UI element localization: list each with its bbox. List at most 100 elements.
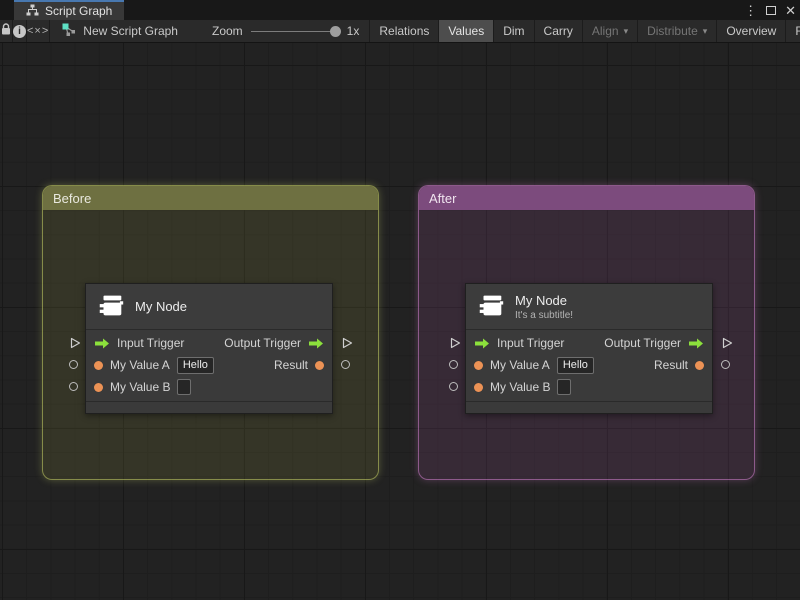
value-b-ext-port[interactable] <box>69 382 78 391</box>
values-button[interactable]: Values <box>438 20 494 42</box>
unit-icon <box>96 290 126 323</box>
value-a-label: My Value A <box>490 358 550 372</box>
graph-name-label: New Script Graph <box>83 24 178 38</box>
node-assembly-before: My Node Input Trigger Output Trigger My … <box>64 283 356 415</box>
value-a-input[interactable]: Hello <box>176 356 214 374</box>
value-a-ext-port[interactable] <box>69 360 78 369</box>
graph-toolbar: i <×> New Script Graph Zoom 1x Relations… <box>0 20 800 43</box>
result-label: Result <box>273 358 308 372</box>
node-body: Input Trigger Output Trigger My Value A … <box>466 330 712 402</box>
graph-name-area: New Script Graph <box>50 20 190 42</box>
overview-label: Overview <box>726 24 777 38</box>
lock-button[interactable] <box>0 20 13 42</box>
value-port-icon <box>315 360 324 370</box>
node-assembly-after: My Node It's a subtitle! Input Trigger O… <box>444 283 736 415</box>
value-port-icon <box>474 360 483 370</box>
node-title: My Node <box>515 292 568 308</box>
result-ext-port[interactable] <box>721 360 730 369</box>
output-trigger-ext-port[interactable] <box>721 337 733 352</box>
full-screen-button[interactable]: Full Screen <box>785 20 800 42</box>
node-my-node-after[interactable]: My Node It's a subtitle! Input Trigger O… <box>465 283 713 414</box>
code-preview-button[interactable]: <×> <box>27 20 51 42</box>
align-dropdown[interactable]: Align ▾ <box>581 20 637 42</box>
result-ext-port[interactable] <box>341 360 350 369</box>
input-trigger-label: Input Trigger <box>117 336 185 350</box>
input-trigger-ext-port[interactable] <box>449 337 461 352</box>
zoom-slider-handle[interactable] <box>329 25 341 37</box>
tab-script-graph[interactable]: Script Graph <box>14 0 125 20</box>
port-row-value-b: My Value B <box>466 376 712 398</box>
lock-icon <box>0 23 12 39</box>
output-trigger-label: Output Trigger <box>224 336 301 350</box>
value-a-port[interactable]: My Value A Hello <box>94 356 214 374</box>
value-a-input[interactable]: Hello <box>556 356 594 374</box>
flow-arrow-icon <box>95 338 109 348</box>
group-before-label: Before <box>53 190 92 206</box>
node-footer <box>466 402 712 413</box>
input-trigger-ext-port[interactable] <box>69 337 81 352</box>
value-b-label: My Value B <box>490 380 551 394</box>
value-b-ext-port[interactable] <box>449 382 458 391</box>
value-a-label: My Value A <box>110 358 170 372</box>
tab-bar: Script Graph ⋮ ✕ <box>0 0 800 20</box>
info-icon: i <box>13 24 26 38</box>
carry-button[interactable]: Carry <box>533 20 582 42</box>
distribute-dropdown[interactable]: Distribute ▾ <box>637 20 716 42</box>
code-icon: <×> <box>27 25 50 37</box>
port-row-value-a: My Value A Hello Result <box>466 354 712 376</box>
input-trigger-port[interactable]: Input Trigger <box>474 336 564 350</box>
relations-button[interactable]: Relations <box>369 20 438 42</box>
node-my-node-before[interactable]: My Node Input Trigger Output Trigger My … <box>85 283 333 414</box>
output-trigger-ext-port[interactable] <box>341 337 353 352</box>
result-port[interactable]: Result <box>654 358 704 372</box>
port-row-triggers: Input Trigger Output Trigger <box>86 332 332 354</box>
node-footer <box>86 402 332 413</box>
flow-arrow-icon <box>475 338 489 348</box>
value-b-input[interactable] <box>557 379 572 395</box>
window-controls: ⋮ ✕ <box>744 0 796 20</box>
flow-arrow-icon <box>689 338 703 348</box>
result-port[interactable]: Result <box>274 358 324 372</box>
value-b-port[interactable]: My Value B <box>94 379 192 395</box>
info-button[interactable]: i <box>13 20 27 42</box>
unit-icon <box>476 290 506 323</box>
value-port-icon <box>94 382 103 392</box>
zoom-control: Zoom 1x <box>202 20 369 42</box>
port-row-triggers: Input Trigger Output Trigger <box>466 332 712 354</box>
flow-arrow-icon <box>309 338 323 348</box>
node-header[interactable]: My Node It's a subtitle! <box>466 284 712 330</box>
group-after-label: After <box>429 190 457 206</box>
value-b-label: My Value B <box>110 380 171 394</box>
result-label: Result <box>653 358 688 372</box>
carry-label: Carry <box>543 24 573 38</box>
input-trigger-port[interactable]: Input Trigger <box>94 336 184 350</box>
value-port-icon <box>94 360 103 370</box>
group-after-header[interactable]: After <box>419 186 754 210</box>
value-a-ext-port[interactable] <box>449 360 458 369</box>
align-label: Align <box>591 24 619 38</box>
zoom-slider[interactable] <box>250 25 341 37</box>
output-trigger-port[interactable]: Output Trigger <box>604 336 704 350</box>
node-header[interactable]: My Node <box>86 284 332 330</box>
value-port-icon <box>695 360 704 370</box>
dim-label: Dim <box>503 24 525 38</box>
menu-kebab-icon[interactable]: ⋮ <box>744 4 757 17</box>
relations-label: Relations <box>379 24 430 38</box>
close-icon[interactable]: ✕ <box>785 4 796 17</box>
dim-button[interactable]: Dim <box>493 20 533 42</box>
group-before-header[interactable]: Before <box>43 186 378 210</box>
graph-canvas[interactable]: Before After My Node Input Trigger Outpu… <box>0 43 800 600</box>
overview-button[interactable]: Overview <box>716 20 785 42</box>
output-trigger-port[interactable]: Output Trigger <box>224 336 324 350</box>
port-row-value-b: My Value B <box>86 376 332 398</box>
input-trigger-label: Input Trigger <box>497 336 565 350</box>
value-b-input[interactable] <box>177 379 192 395</box>
toolbar-buttons: Relations Values Dim Carry Align ▾ Distr… <box>369 20 800 42</box>
chevron-down-icon: ▾ <box>623 25 629 36</box>
value-b-port[interactable]: My Value B <box>474 379 572 395</box>
zoom-value: 1x <box>346 24 360 38</box>
value-a-port[interactable]: My Value A Hello <box>474 356 594 374</box>
maximize-icon[interactable] <box>766 5 777 15</box>
script-graph-window: Script Graph ⋮ ✕ i <×> New Script Graph … <box>0 0 800 600</box>
value-port-icon <box>474 382 483 392</box>
